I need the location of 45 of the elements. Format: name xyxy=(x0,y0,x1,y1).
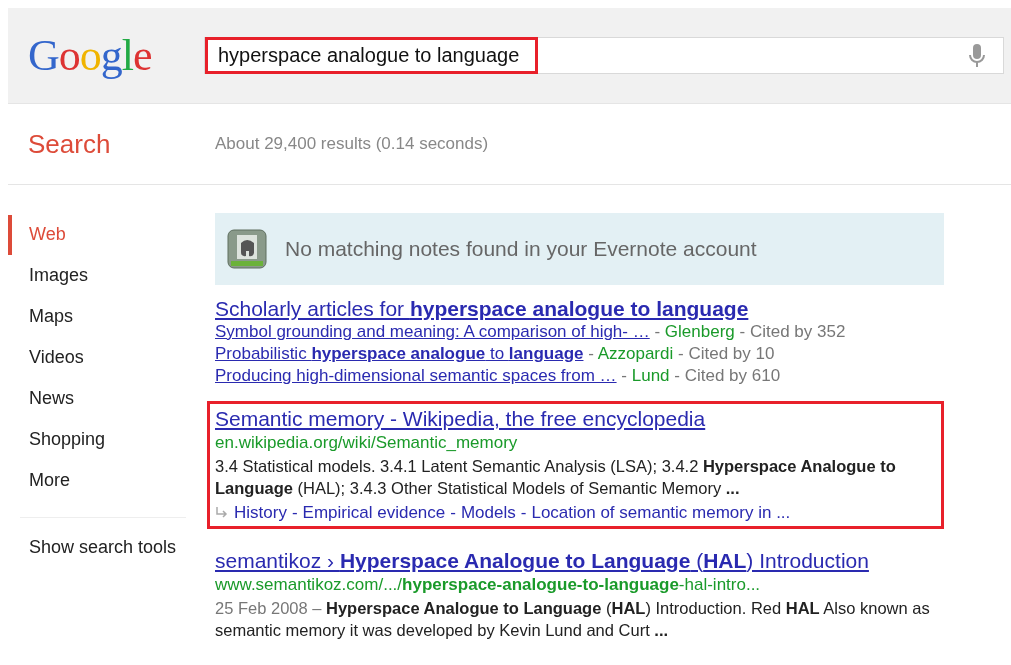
author-link[interactable]: Azzopardi xyxy=(597,344,674,363)
search-query: hyperspace analogue to language xyxy=(205,37,539,74)
author-link[interactable]: Glenberg xyxy=(664,322,735,341)
sitelink[interactable]: Empirical evidence xyxy=(302,503,446,523)
result-url: www.semantikoz.com/.../hyperspace-analogue-to-language-hal-intro... xyxy=(215,574,762,596)
article-link[interactable]: Symbol grounding and meaning: A comparison of high- … xyxy=(215,322,650,341)
result-stats: About 29,400 results (0.14 seconds) xyxy=(215,134,489,154)
separator-dash: - xyxy=(520,503,527,523)
sidebar-item[interactable]: Videos xyxy=(8,338,186,378)
sidebar-item[interactable]: News xyxy=(8,379,186,419)
sitelink[interactable]: Location of semantic memory in ... xyxy=(531,503,791,523)
separator-dash: - xyxy=(654,322,661,341)
result-title-link[interactable]: Scholarly articles for hyperspace analogue to language xyxy=(215,297,749,320)
result-url: en.wikipedia.org/wiki/Semantic_memory xyxy=(215,432,519,454)
cited-count: Cited by 610 xyxy=(684,366,781,385)
sitelink[interactable]: Models xyxy=(460,503,516,523)
search-field[interactable]: hyperspace analogue to language xyxy=(204,37,1004,74)
microphone-icon[interactable] xyxy=(969,43,985,68)
return-arrow-icon xyxy=(215,506,229,520)
separator-dash: - xyxy=(291,503,298,523)
google-logo[interactable]: Google xyxy=(8,30,204,81)
sidebar-item[interactable]: Images xyxy=(8,256,186,296)
author-link[interactable]: Lund xyxy=(631,366,670,385)
separator-dash: - xyxy=(621,366,627,385)
search-tools-link[interactable]: Show search tools xyxy=(29,537,177,558)
sidebar-item[interactable]: More xyxy=(8,461,186,501)
result-snippet: 25 Feb 2008 – Hyperspace Analogue to Language (HAL) Introduction. Red HAL Also known as semantic memory it was developed by Kevin Lund and Curt ... xyxy=(215,598,931,641)
sidebar-item[interactable]: Shopping xyxy=(8,420,186,460)
article-link[interactable]: Producing high-dimensional semantic spaces from … xyxy=(215,366,617,385)
separator-dash: - xyxy=(674,366,680,385)
separator-dash: - xyxy=(739,322,746,341)
article-link[interactable]: Probabilistic hyperspace analogue to language xyxy=(215,344,584,363)
separator-dash: - xyxy=(450,503,456,523)
cited-count: Cited by 352 xyxy=(749,322,846,341)
sitelink[interactable]: History xyxy=(234,503,287,523)
result-title-link[interactable]: Semantic memory - Wikipedia, the free encyclopedia xyxy=(215,407,706,430)
sidebar-item[interactable]: Maps xyxy=(8,297,186,337)
sidebar-item[interactable]: Web xyxy=(8,215,186,255)
result-title-link[interactable]: semantikoz › Hyperspace Analogue to Language (HAL) Introduction xyxy=(215,549,869,572)
result-snippet: 3.4 Statistical models. 3.4.1 Latent Semantic Analysis (LSA); 3.4.2 Hyperspace Analogue to Language (HAL); 3.4.3 Other Statistical Models of Semantic Memory ... xyxy=(215,456,897,499)
notice-text: No matching notes found in your Evernote account xyxy=(285,237,757,261)
separator-dash: - xyxy=(588,344,594,363)
cited-count: Cited by 10 xyxy=(688,344,775,363)
separator-dash: - xyxy=(678,344,684,363)
page-title: Search xyxy=(28,128,111,159)
